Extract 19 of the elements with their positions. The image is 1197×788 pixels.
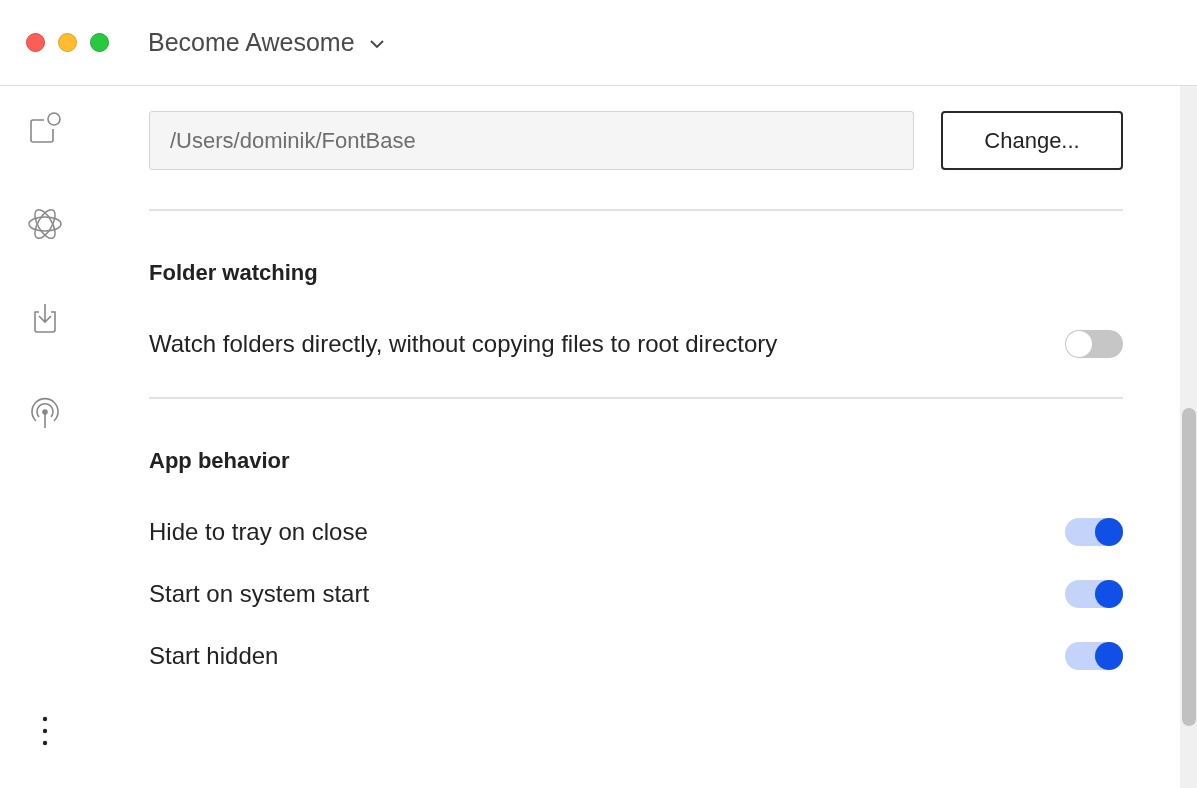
collection-dropdown[interactable]: Become Awesome [148, 28, 385, 57]
setting-label: Start on system start [149, 580, 370, 608]
minimize-window-button[interactable] [58, 33, 77, 52]
change-button[interactable]: Change... [941, 111, 1123, 170]
toggle-switch[interactable] [1065, 642, 1123, 670]
setting-label: Start hidden [149, 642, 279, 670]
toggle-switch[interactable] [1065, 330, 1123, 358]
setting-label: Hide to tray on close [149, 518, 368, 546]
chevron-down-icon [368, 39, 385, 49]
path-field[interactable]: /Users/dominik/FontBase [149, 111, 914, 170]
section-title: Folder watching [149, 260, 319, 286]
toggle-switch[interactable] [1065, 518, 1123, 546]
setting-label: Watch folders directly, without copying files to root directory [149, 330, 778, 358]
close-window-button[interactable] [26, 33, 45, 52]
section-title: App behavior [149, 448, 291, 474]
maximize-window-button[interactable] [90, 33, 109, 52]
scrollbar-thumb[interactable] [1182, 408, 1196, 726]
toggle-switch[interactable] [1065, 580, 1123, 608]
more-icon[interactable] [42, 716, 48, 746]
